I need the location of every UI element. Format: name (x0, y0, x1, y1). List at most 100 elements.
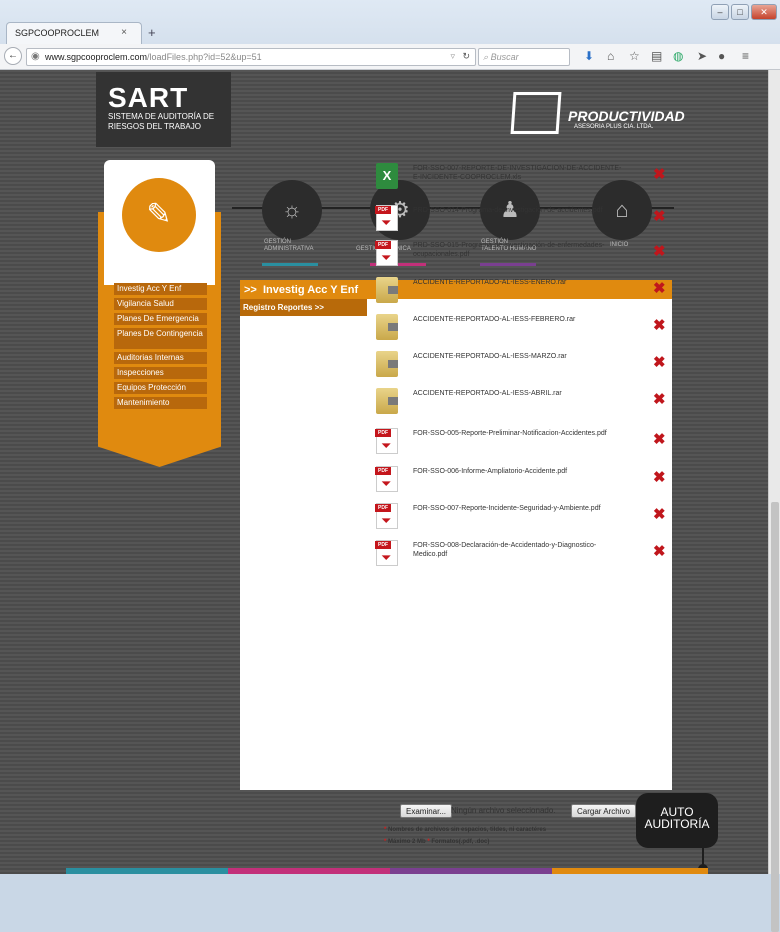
menu-item-investig[interactable]: Investig Acc Y Enf (114, 283, 207, 295)
nav-label-administrativa[interactable]: GESTIÓN ADMINISTRATIVA (264, 239, 313, 253)
delete-icon[interactable]: ✖ (653, 316, 666, 334)
lightbulb-icon[interactable]: ☼ (262, 180, 322, 240)
menu-icon[interactable]: ≡ (742, 49, 749, 63)
delete-icon[interactable]: ✖ (653, 505, 666, 523)
rar-file-icon (376, 277, 398, 303)
chat-icon[interactable]: ● (718, 49, 725, 63)
file-row[interactable]: PDF ⏷ FOR-SSO-007-Reporte-Incidente-Seguri… (373, 503, 672, 531)
file-row[interactable]: PDF ⏷ PRD-SSO-014-Programa-de-investigació… (373, 205, 672, 233)
sart-subtitle-line-2: RIESGOS DEL TRABAJO (108, 122, 201, 131)
pdf-file-icon: PDF ⏷ (375, 205, 398, 231)
globe-icon: ◉ (31, 51, 40, 62)
menu-item-auditorias[interactable]: Auditorias Internas (114, 352, 207, 364)
pdf-file-icon: PDF ⏷ (375, 466, 398, 492)
page-content: SART SISTEMA DE AUDITORÍA DE RIESGOS DEL… (0, 70, 768, 874)
clipboard-icon: ✎ (122, 178, 196, 252)
extension-icon[interactable]: ◍ (673, 49, 683, 63)
reload-icon[interactable]: ↻ (462, 51, 470, 62)
footer-bar-magenta (228, 868, 390, 874)
file-name-link[interactable]: FOR-SSO-007-Reporte-Incidente-Seguridad-… (413, 504, 628, 513)
sart-logo[interactable]: SART SISTEMA DE AUDITORÍA DE RIESGOS DEL… (96, 72, 231, 147)
file-row[interactable]: ACCIDENTE-REPORTADO-AL-IESS-ABRIL.rar ✖ (373, 388, 672, 416)
close-window-button[interactable]: ✕ (751, 4, 777, 20)
delete-icon[interactable]: ✖ (653, 390, 666, 408)
browser-tab[interactable]: SGPCOOPROCLEM × (6, 22, 142, 44)
menu-item-vigilancia[interactable]: Vigilancia Salud (114, 298, 207, 310)
file-row[interactable]: ACCIDENTE-REPORTADO-AL-IESS-ENERO.rar ✖ (373, 277, 672, 305)
url-path: /loadFiles.php?id=52&up=51 (147, 52, 262, 62)
nav-underline-administrativa (262, 263, 318, 266)
auto-auditoria-button[interactable]: AUTO AUDITORÍA (636, 793, 718, 848)
search-input: Buscar (490, 52, 519, 62)
file-name-link[interactable]: PRD-SSO-014-Programa-de-investigación-de… (413, 206, 628, 215)
file-row[interactable]: PDF ⏷ FOR-SSO-008-Declaración-de-Accidenta… (373, 540, 672, 568)
rar-file-icon (376, 388, 398, 414)
note-filenames: * Nombres de archivos sin espacios, tild… (384, 827, 547, 833)
upload-button[interactable]: Cargar Archivo (571, 804, 636, 818)
scrollbar-thumb[interactable] (771, 502, 779, 932)
bookmark-star-icon[interactable]: ☆ (629, 49, 640, 63)
file-name-link[interactable]: FOR-SSO-007-REPORTE-DE-INVESTIGACION-DE-… (413, 164, 628, 182)
menu-item-inspecciones[interactable]: Inspecciones (114, 367, 207, 379)
file-row[interactable]: ACCIDENTE-REPORTADO-AL-IESS-MARZO.rar ✖ (373, 351, 672, 379)
delete-icon[interactable]: ✖ (653, 279, 666, 297)
footer-bar-orange (552, 868, 708, 874)
file-name-link[interactable]: PRD-SSO-015-Programa-de-investigación-de… (413, 241, 628, 259)
search-icon: ⌕ (483, 52, 489, 62)
delete-icon[interactable]: ✖ (653, 542, 666, 560)
download-icon[interactable]: ⬇ (584, 49, 594, 63)
file-row[interactable]: PDF ⏷ FOR-SSO-006-Informe-Ampliatorio-Acci… (373, 466, 672, 494)
file-name-link[interactable]: FOR-SSO-008-Declaración-de-Accidentado-y… (413, 541, 628, 559)
menu-item-mantenimiento[interactable]: Mantenimiento (114, 397, 207, 409)
browser-toolbar: ← ◉ www.sgpcooproclem.com/loadFiles.php?… (0, 44, 780, 70)
delete-icon[interactable]: ✖ (653, 353, 666, 371)
scrollbar[interactable] (768, 70, 780, 932)
rar-file-icon (376, 314, 398, 340)
close-tab-icon[interactable]: × (121, 27, 127, 38)
pdf-file-icon: PDF ⏷ (375, 540, 398, 566)
home-browser-icon[interactable]: ⌂ (607, 49, 614, 63)
address-bar[interactable]: ◉ www.sgpcooproclem.com/loadFiles.php?id… (26, 48, 476, 66)
file-row[interactable]: X FOR-SSO-007-REPORTE-DE-INVESTIGACION-DE… (373, 163, 672, 191)
delete-icon[interactable]: ✖ (653, 430, 666, 448)
delete-icon[interactable]: ✖ (653, 468, 666, 486)
menu-item-equipos[interactable]: Equipos Protección (114, 382, 207, 394)
panel-heading-title: Investig Acc Y Enf (262, 284, 359, 296)
back-button[interactable]: ← (4, 47, 22, 65)
registro-reportes-link[interactable]: Registro Reportes >> (240, 299, 367, 316)
note-size: * Máximo 2 Mb * Formatos(.pdf, .doc) (384, 839, 490, 845)
delete-icon[interactable]: ✖ (653, 165, 666, 183)
pdf-file-icon: PDF ⏷ (375, 503, 398, 529)
delete-icon[interactable]: ✖ (653, 242, 666, 260)
note-filenames-text: Nombres de archivos sin espacios, tildes… (388, 827, 547, 833)
footer-bar-teal (66, 868, 228, 874)
file-name-link[interactable]: ACCIDENTE-REPORTADO-AL-IESS-ENERO.rar (413, 278, 628, 287)
minimize-button[interactable]: – (711, 4, 729, 20)
dropdown-arrow-icon[interactable]: ▿ (450, 51, 455, 62)
menu-item-contingencia[interactable]: Planes De Contingencia (114, 328, 207, 349)
file-row[interactable]: PDF ⏷ PRD-SSO-015-Programa-de-investigació… (373, 240, 672, 268)
browse-button[interactable]: Examinar... (400, 804, 453, 818)
brand-subtitle: ASESORIA PLUS CIA. LTDA. (574, 124, 654, 130)
bookmarks-list-icon[interactable]: ▤ (651, 49, 662, 63)
file-name-link[interactable]: ACCIDENTE-REPORTADO-AL-IESS-MARZO.rar (413, 352, 628, 361)
file-row[interactable]: PDF ⏷ FOR-SSO-005-Reporte-Preliminar-Notif… (373, 428, 672, 456)
file-name-link[interactable]: ACCIDENTE-REPORTADO-AL-IESS-ABRIL.rar (413, 389, 628, 398)
new-tab-button[interactable]: + (148, 25, 156, 40)
panel-heading-prefix: >> (244, 284, 257, 296)
files-panel: >> Investig Acc Y Enf Registro Reportes … (240, 163, 672, 845)
search-box[interactable]: ⌕ Buscar (478, 48, 570, 66)
file-name-link[interactable]: ACCIDENTE-REPORTADO-AL-IESS-FEBRERO.rar (413, 315, 628, 324)
sart-subtitle-line-1: SISTEMA DE AUDITORÍA DE (108, 112, 215, 121)
footer-bar-purple (390, 868, 552, 874)
file-row[interactable]: ACCIDENTE-REPORTADO-AL-IESS-FEBRERO.rar ✖ (373, 314, 672, 342)
delete-icon[interactable]: ✖ (653, 207, 666, 225)
url-host: www.sgpcooproclem.com (45, 52, 148, 62)
maximize-button[interactable]: □ (731, 4, 749, 20)
excel-file-icon: X (376, 163, 398, 189)
file-name-link[interactable]: FOR-SSO-005-Reporte-Preliminar-Notificac… (413, 429, 628, 438)
send-icon[interactable]: ➤ (697, 49, 707, 63)
nav-label-administrativa-line-2: ADMINISTRATIVA (264, 246, 314, 252)
file-name-link[interactable]: FOR-SSO-006-Informe-Ampliatorio-Accident… (413, 467, 628, 476)
menu-item-emergencia[interactable]: Planes De Emergencia (114, 313, 207, 325)
